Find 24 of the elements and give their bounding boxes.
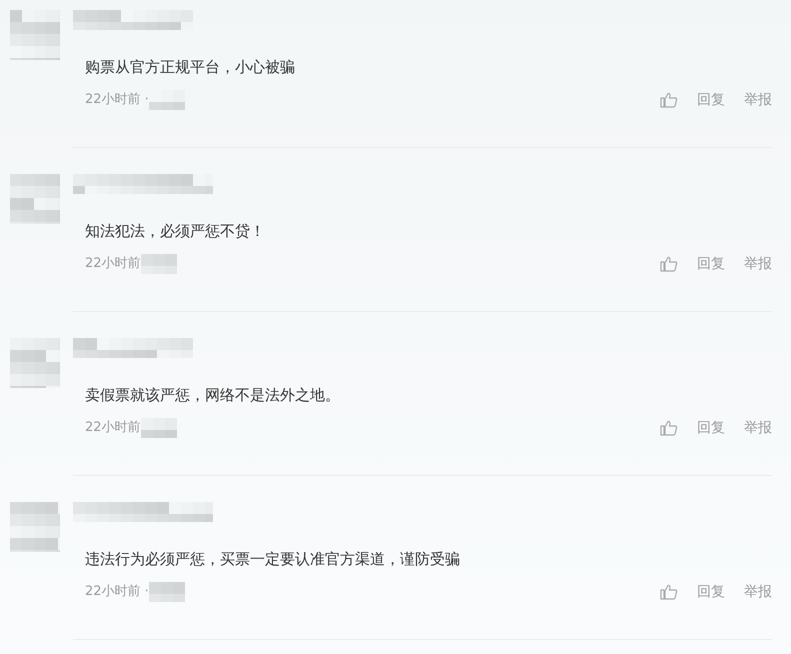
report-link[interactable]: 举报 [744, 91, 772, 109]
reply-link[interactable]: 回复 [697, 419, 725, 437]
comment-text: 知法犯法，必须严惩不贷！ [85, 221, 266, 241]
comment-time: 22小时前 [85, 419, 141, 437]
thumbs-up-icon[interactable] [660, 420, 678, 436]
blurred-location-drawing [140, 418, 177, 438]
comment-text: 违法行为必须严惩，买票一定要认准官方渠道，谨防受骗 [85, 549, 461, 569]
blurred-location-drawing [148, 582, 185, 602]
thumbs-up-icon[interactable] [660, 584, 678, 600]
blurred-location-drawing [140, 254, 177, 274]
report-link[interactable]: 举报 [744, 419, 772, 437]
reply-link[interactable]: 回复 [697, 583, 725, 601]
comment-time: 22小时前 · [85, 91, 149, 109]
comment-text: 卖假票就该严惩，网络不是法外之地。 [85, 385, 341, 405]
comment-time: 22小时前 · [85, 583, 149, 601]
thumbs-up-icon[interactable] [660, 92, 678, 108]
comment-time: 22小时前 [85, 255, 141, 273]
blurred-location-drawing [148, 90, 185, 110]
report-link[interactable]: 举报 [744, 255, 772, 273]
reply-link[interactable]: 回复 [697, 91, 725, 109]
comment-text: 购票从官方正规平台，小心被骗 [85, 57, 296, 77]
thumbs-up-icon[interactable] [660, 256, 678, 272]
report-link[interactable]: 举报 [744, 583, 772, 601]
reply-link[interactable]: 回复 [697, 255, 725, 273]
